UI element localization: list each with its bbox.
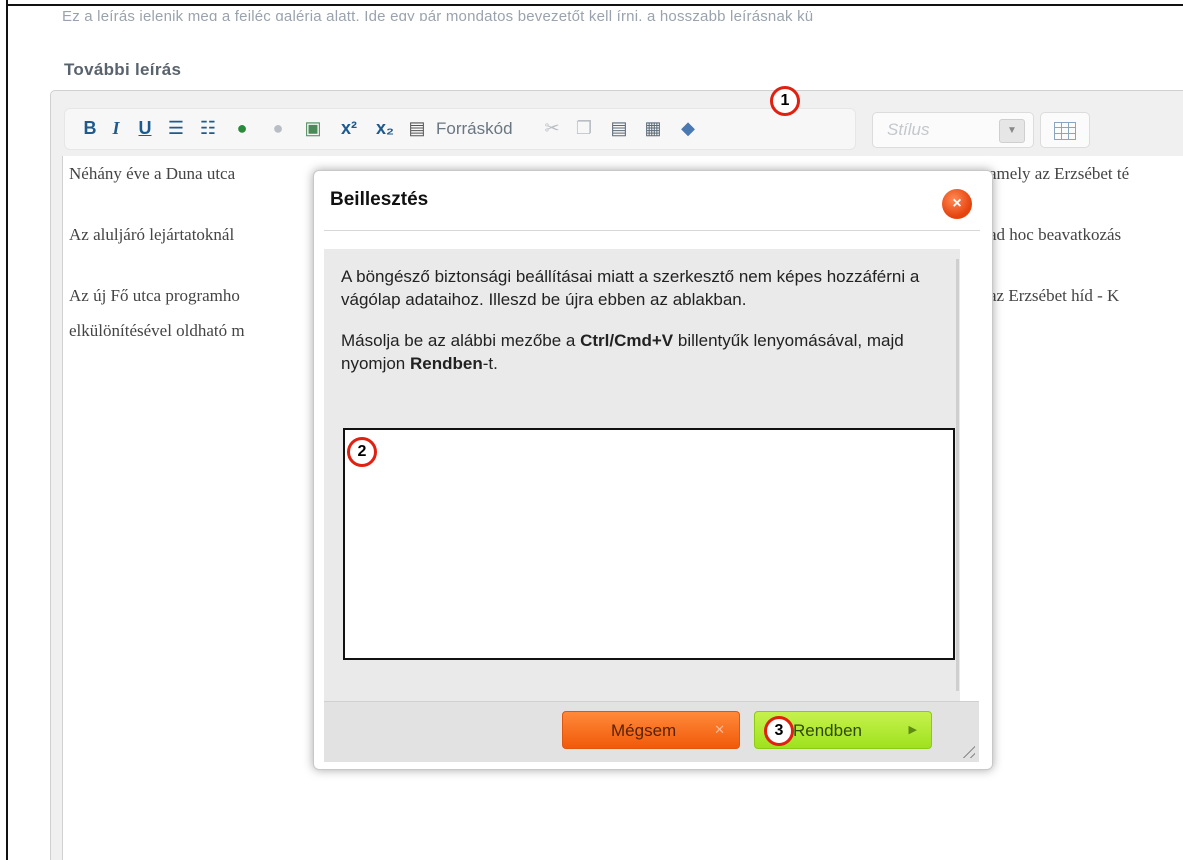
instruction-text: Másolja be az alábbi mezőbe a xyxy=(341,331,581,350)
numbered-list-icon[interactable]: ☷ xyxy=(196,116,220,140)
step-badge-1: 1 xyxy=(770,86,800,116)
frame-left-border xyxy=(6,0,8,860)
italic-button[interactable]: I xyxy=(106,116,126,140)
content-line: amely az Erzsébet té xyxy=(989,164,1130,183)
chevron-down-icon[interactable]: ▼ xyxy=(999,119,1025,143)
unlink-icon[interactable]: ● xyxy=(264,116,292,140)
dialog-footer: Mégsem ✕ Rendben ▶ xyxy=(324,701,979,762)
style-dropdown[interactable]: Stílus ▼ xyxy=(872,112,1034,148)
image-icon[interactable]: ▣ xyxy=(300,116,326,140)
screenshot-frame: Ez a leírás jelenik meg a fejléc galéria… xyxy=(0,0,1183,860)
underline-button[interactable]: U xyxy=(134,116,156,140)
frame-top-border xyxy=(6,4,1183,6)
link-icon[interactable]: ● xyxy=(228,116,256,140)
remove-format-icon[interactable]: ◆ xyxy=(674,116,702,140)
close-icon: ✕ xyxy=(714,722,725,737)
content-line: az Erzsébet híd - K xyxy=(989,286,1120,305)
resize-handle[interactable] xyxy=(959,742,975,758)
bold-button[interactable]: B xyxy=(80,116,100,140)
paste-from-word-icon[interactable]: ▦ xyxy=(640,116,666,140)
content-line: Az új Fő utca programho xyxy=(69,286,240,305)
paste-dialog: Beillesztés × A böngésző biztonsági beál… xyxy=(313,170,993,770)
table-button[interactable] xyxy=(1040,112,1090,148)
source-icon[interactable]: ▤ xyxy=(406,116,428,140)
copy-icon[interactable]: ❐ xyxy=(572,116,596,140)
content-line: ad hoc beavatkozás xyxy=(989,225,1122,244)
content-line: Az aluljáró lejártatoknál xyxy=(69,225,235,244)
cancel-button[interactable]: Mégsem ✕ xyxy=(562,711,740,749)
step-badge-3: 3 xyxy=(764,716,794,746)
dialog-body: A böngésző biztonsági beállításai miatt … xyxy=(324,249,960,701)
paste-area[interactable] xyxy=(343,428,955,660)
superscript-button[interactable]: x² xyxy=(334,116,364,140)
editor-toolbar: B I U ☰ ☷ ● ● ▣ x² x₂ ▤ Forráskód ✂ ❐ ▤ … xyxy=(60,104,1183,154)
dialog-instructions: A böngésző biztonsági beállításai miatt … xyxy=(341,265,941,393)
content-line: elkülönítésével oldható m xyxy=(69,321,245,340)
dialog-title: Beillesztés xyxy=(330,189,429,210)
intro-text: Ez a leírás jelenik meg a fejléc galéria… xyxy=(62,9,814,21)
arrow-right-icon: ▶ xyxy=(908,724,917,736)
content-line: Néhány éve a Duna utca xyxy=(69,164,236,183)
dialog-paragraph: Másolja be az alábbi mezőbe a Ctrl/Cmd+V… xyxy=(341,329,941,375)
dialog-divider xyxy=(324,230,980,231)
dialog-scrollbar[interactable] xyxy=(956,259,959,691)
ok-label: Rendben xyxy=(793,721,863,740)
shortcut-keys: Ctrl/Cmd+V xyxy=(580,331,674,350)
step-badge-2: 2 xyxy=(347,437,377,467)
cut-icon[interactable]: ✂ xyxy=(540,116,564,140)
source-button[interactable]: Forráskód xyxy=(436,119,513,139)
instruction-text: -t. xyxy=(482,354,498,373)
ok-reference: Rendben xyxy=(409,354,483,373)
paste-icon[interactable]: ▤ xyxy=(606,116,632,140)
close-icon[interactable]: × xyxy=(942,189,972,219)
dialog-paragraph: A böngésző biztonsági beállításai miatt … xyxy=(341,267,920,309)
table-icon xyxy=(1054,122,1076,140)
bulleted-list-icon[interactable]: ☰ xyxy=(164,116,188,140)
style-placeholder: Stílus xyxy=(887,120,930,139)
cancel-label: Mégsem xyxy=(611,721,677,740)
section-label: További leírás xyxy=(64,60,182,79)
subscript-button[interactable]: x₂ xyxy=(370,116,400,140)
